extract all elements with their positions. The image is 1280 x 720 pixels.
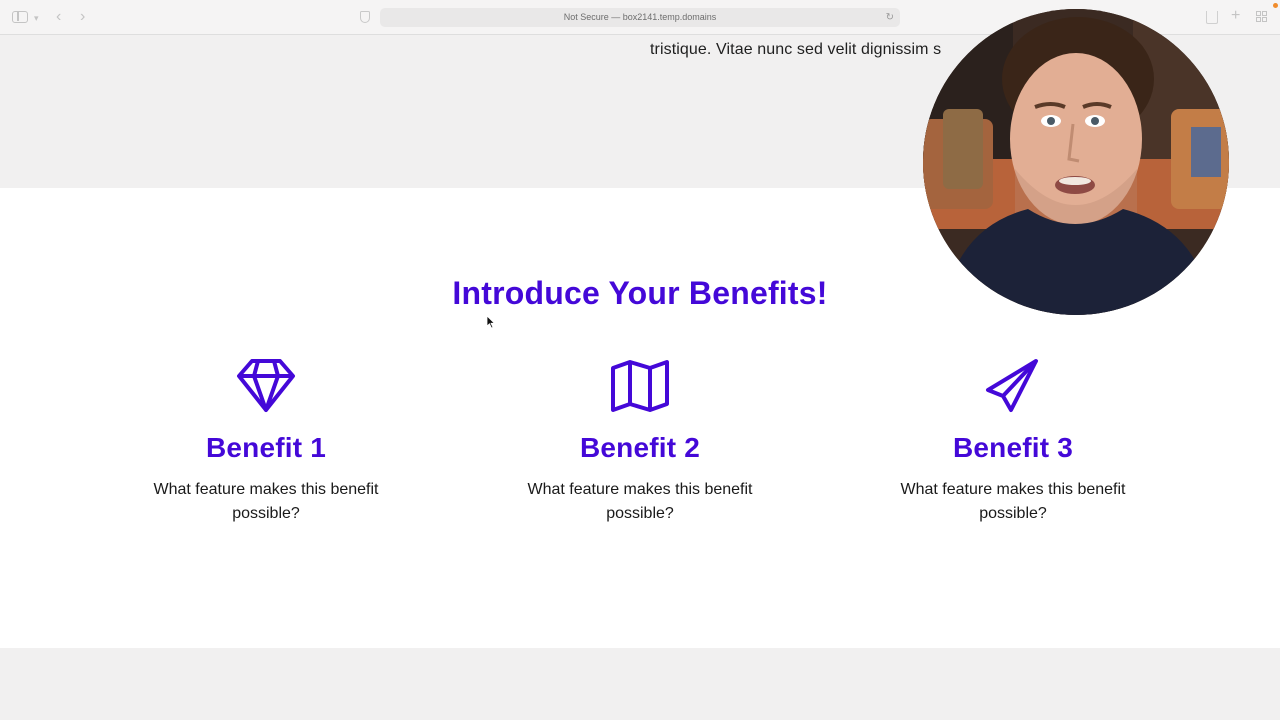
- benefit-title: Benefit 2: [579, 432, 701, 463]
- address-bar[interactable]: Not Secure — box2141.temp.domains ↻: [380, 8, 900, 27]
- forward-icon[interactable]: ›: [80, 9, 85, 25]
- bottom-section: [0, 648, 1280, 720]
- sidebar-icon[interactable]: [12, 11, 28, 23]
- tab-overview-icon[interactable]: [1256, 11, 1268, 23]
- back-icon[interactable]: ‹: [56, 9, 61, 25]
- shield-icon[interactable]: [360, 11, 370, 23]
- benefit-description: What feature makes this benefit possible…: [153, 481, 379, 522]
- address-text: Not Secure — box2141.temp.domains: [563, 12, 717, 22]
- benefit-description: What feature makes this benefit possible…: [900, 481, 1126, 522]
- presenter-video-frame: [923, 9, 1229, 315]
- presenter-webcam: [923, 9, 1229, 315]
- benefit-description: What feature makes this benefit possible…: [527, 481, 753, 522]
- new-tab-icon[interactable]: +: [1231, 8, 1240, 24]
- benefit-card-3: Benefit 3 What feature makes this benefi…: [863, 358, 1163, 526]
- section-body-text: tristique. Vitae nunc sed velit dignissi…: [650, 41, 942, 58]
- benefit-card-1: Benefit 1 What feature makes this benefi…: [116, 358, 416, 526]
- benefit-title: Benefit 3: [952, 432, 1074, 463]
- benefit-title: Benefit 1: [205, 432, 327, 463]
- benefit-card-2: Benefit 2 What feature makes this benefi…: [490, 358, 790, 526]
- notification-dot: [1273, 3, 1278, 8]
- reload-icon[interactable]: ↻: [886, 8, 894, 27]
- diamond-icon: [237, 359, 295, 412]
- mouse-cursor: [486, 315, 496, 329]
- map-icon: [611, 360, 669, 412]
- paper-plane-icon: [986, 359, 1038, 412]
- chevron-down-icon[interactable]: ▾: [34, 10, 39, 26]
- share-icon[interactable]: [1206, 11, 1218, 24]
